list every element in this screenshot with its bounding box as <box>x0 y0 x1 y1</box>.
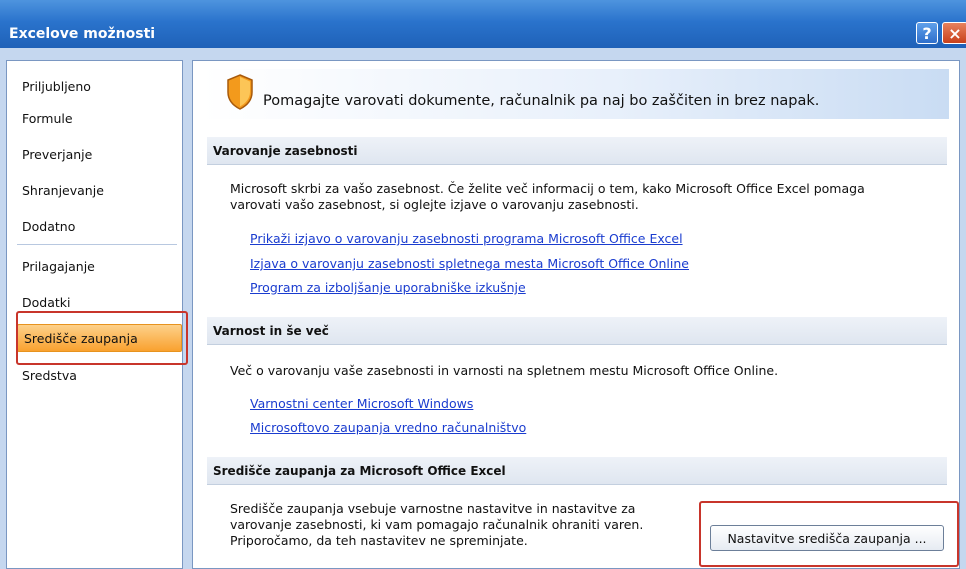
nav-item-prilagajanje[interactable]: Prilagajanje <box>16 253 172 279</box>
nav-item-sredstva[interactable]: Sredstva <box>16 362 172 388</box>
privacy-statement-office-online-link[interactable]: Izjava o varovanju zasebnosti spletnega … <box>250 256 689 271</box>
help-icon: ? <box>922 23 932 43</box>
trust-center-description-line: Središče zaupanja vsebuje varnostne nast… <box>230 501 636 516</box>
nav-item-dodatno[interactable]: Dodatno <box>16 213 172 239</box>
security-description: Več o varovanju vaše zasebnosti in varno… <box>230 363 779 378</box>
trust-center-description: Središče zaupanja vsebuje varnostne nast… <box>230 501 690 549</box>
trustworthy-computing-link[interactable]: Microsoftovo zaupanja vredno računalništ… <box>250 420 526 435</box>
privacy-description-line: varovati vašo zasebnost, si oglejte izja… <box>230 197 639 212</box>
nav-item-priljubljeno[interactable]: Priljubljeno <box>16 73 172 99</box>
nav-highlight-box <box>16 311 188 365</box>
nav-item-formule[interactable]: Formule <box>16 105 172 131</box>
customer-experience-program-link[interactable]: Program za izboljšanje uporabniške izkuš… <box>250 280 526 295</box>
privacy-description: Microsoft skrbi za vašo zasebnost. Če že… <box>230 181 930 213</box>
button-highlight-box <box>699 501 959 567</box>
windows-security-center-link[interactable]: Varnostni center Microsoft Windows <box>250 396 473 411</box>
category-nav: Priljubljeno Formule Preverjanje Shranje… <box>6 60 188 569</box>
close-icon: × <box>948 23 962 43</box>
help-button[interactable]: ? <box>916 22 938 44</box>
banner-text: Pomagajte varovati dokumente, računalnik… <box>263 93 820 109</box>
content-panel: Pomagajte varovati dokumente, računalnik… <box>192 60 960 569</box>
section-header-trust-center: Središče zaupanja za Microsoft Office Ex… <box>207 457 947 485</box>
section-header-privacy: Varovanje zasebnosti <box>207 137 947 165</box>
close-button[interactable]: × <box>942 22 966 44</box>
privacy-statement-excel-link[interactable]: Prikaži izjavo o varovanju zasebnosti pr… <box>250 231 683 246</box>
section-header-security: Varnost in še več <box>207 317 947 345</box>
trust-center-description-line: Priporočamo, da teh nastavitev ne spremi… <box>230 533 528 548</box>
privacy-description-line: Microsoft skrbi za vašo zasebnost. Če že… <box>230 181 865 196</box>
nav-divider <box>17 244 177 245</box>
nav-item-preverjanje[interactable]: Preverjanje <box>16 141 172 167</box>
shield-icon <box>227 74 253 110</box>
title-bar: Excelove možnosti ? × <box>0 0 966 48</box>
header-banner: Pomagajte varovati dokumente, računalnik… <box>201 69 949 119</box>
window-title: Excelove možnosti <box>9 26 156 42</box>
nav-item-shranjevanje[interactable]: Shranjevanje <box>16 177 172 203</box>
trust-center-description-line: varovanje zasebnosti, ki vam pomagajo ra… <box>230 517 644 532</box>
